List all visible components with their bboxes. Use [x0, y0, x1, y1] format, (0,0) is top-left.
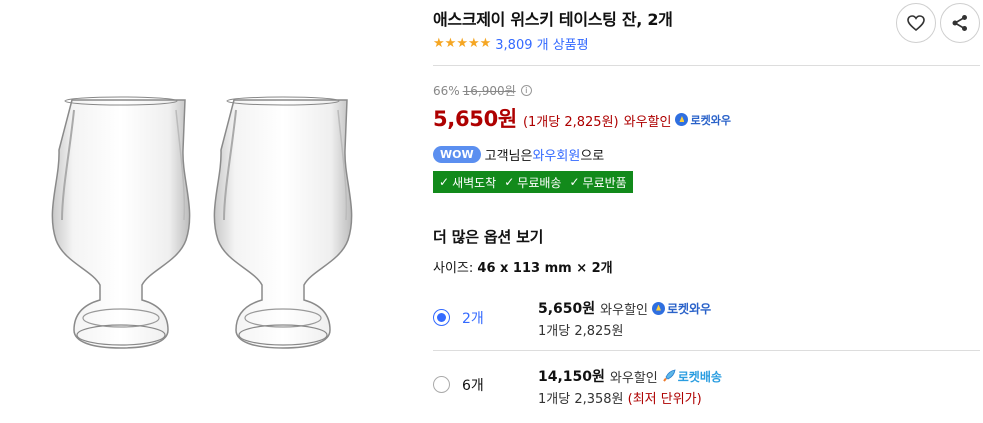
- benefit-free-shipping: ✓ 무료배송: [504, 174, 561, 191]
- option-badge-label: 로켓배송: [677, 369, 722, 384]
- glass-left: [51, 96, 191, 349]
- wow-pill: WOW: [433, 146, 481, 163]
- rocket-badge-label: 로켓와우: [690, 113, 731, 127]
- product-title: 애스크제이 위스키 테이스팅 잔, 2개: [433, 10, 673, 29]
- option-unit-price: 1개당 2,825원: [538, 320, 624, 339]
- price-row: 5,650원 (1개당 2,825원) 와우할인 로켓와우: [433, 103, 731, 133]
- option-unit-price: 1개당 2,358원 (최저 단위가): [538, 388, 702, 407]
- membership-prefix: 고객님은: [484, 149, 533, 164]
- share-icon: [952, 15, 967, 31]
- original-price: 16,900원: [462, 84, 516, 98]
- size-label: 사이즈:: [433, 261, 474, 276]
- benefit-label: 무료배송: [517, 175, 562, 190]
- rocket-icon: [652, 301, 666, 315]
- star-icon: ★: [467, 36, 480, 51]
- product-image[interactable]: [0, 0, 420, 423]
- rating-row[interactable]: ★ ★ ★ ★ ★ 3,809 개 상품평: [433, 34, 589, 53]
- benefit-label: 새벽도착: [452, 175, 497, 190]
- check-icon: ✓: [504, 175, 515, 189]
- option-badge-label: 로켓와우: [667, 301, 712, 316]
- share-button[interactable]: [940, 3, 980, 43]
- wishlist-button[interactable]: [896, 3, 936, 43]
- option-unit-label: 1개당 2,358원: [538, 392, 624, 407]
- benefit-bar: ✓ 새벽도착 ✓ 무료배송 ✓ 무료반품: [433, 171, 633, 193]
- size-row: 사이즈: 46 x 113 mm × 2개: [433, 257, 613, 276]
- info-icon[interactable]: i: [520, 85, 532, 96]
- check-icon: ✓: [569, 175, 580, 189]
- benefit-dawn-delivery: ✓ 새벽도착: [439, 174, 496, 191]
- heart-icon: [907, 15, 925, 31]
- option-2-pack[interactable]: 2개 5,650원 와우할인 로켓와우 1개당 2,825원: [433, 290, 980, 350]
- discount-rate: 66%: [433, 83, 460, 98]
- star-icon: ★: [444, 36, 457, 51]
- wow-discount-label: 와우할인: [623, 115, 672, 130]
- option-unit-label: 1개당 2,825원: [538, 324, 624, 339]
- star-icon: ★: [479, 36, 492, 51]
- option-radio[interactable]: [433, 309, 450, 326]
- option-price-line: 14,150원 와우할인 로켓배송: [538, 366, 722, 386]
- wow-member-label: 와우회원: [532, 149, 581, 164]
- option-wow-label: 와우할인: [600, 302, 649, 318]
- rocket-badge: [652, 301, 667, 315]
- wow-membership-row: WOW 고객님은 와우회원 으로: [433, 145, 604, 164]
- unit-price: (1개당 2,825원): [522, 115, 619, 130]
- discount-row: 66% 16,900원 i: [433, 82, 532, 99]
- option-price: 14,150원: [538, 369, 605, 385]
- option-radio[interactable]: [433, 376, 450, 393]
- rocket-icon: [662, 369, 676, 382]
- option-price: 5,650원: [538, 301, 596, 317]
- rocket-wow-badge: 로켓와우: [652, 300, 711, 317]
- size-value: 46 x 113 mm × 2개: [477, 261, 613, 276]
- rocket-delivery-badge: 로켓배송: [662, 368, 722, 385]
- benefit-label: 무료반품: [582, 175, 627, 190]
- option-6-pack[interactable]: 6개 14,150원 와우할인 로켓배송 1개당 2,358원 (최저 단위가): [433, 352, 980, 416]
- whisky-glasses-image: [51, 96, 353, 349]
- star-icon: ★: [456, 36, 468, 51]
- check-icon: ✓: [439, 175, 450, 189]
- divider: [433, 350, 980, 351]
- lowest-unit-price-note: (최저 단위가): [627, 392, 702, 407]
- options-title: 더 많은 옵션 보기: [433, 228, 544, 246]
- option-price-line: 5,650원 와우할인 로켓와우: [538, 298, 711, 318]
- option-label[interactable]: 2개: [462, 308, 484, 328]
- review-count-link[interactable]: 3,809 개 상품평: [495, 34, 588, 53]
- divider: [433, 65, 980, 66]
- rocket-icon: [675, 113, 689, 126]
- option-wow-label: 와우할인: [609, 370, 658, 386]
- glass-right: [213, 96, 353, 349]
- benefit-free-return: ✓ 무료반품: [569, 174, 626, 191]
- sale-price: 5,650원: [433, 107, 517, 131]
- star-icon: ★: [433, 36, 445, 51]
- product-info-panel: 애스크제이 위스키 테이스팅 잔, 2개 ★ ★ ★ ★ ★ 3,809 개 상…: [433, 0, 983, 423]
- rocket-wow-badge: 로켓와우: [675, 112, 731, 128]
- membership-suffix: 으로: [580, 149, 605, 164]
- star-rating: ★ ★ ★ ★ ★: [433, 37, 491, 50]
- option-label[interactable]: 6개: [462, 375, 484, 395]
